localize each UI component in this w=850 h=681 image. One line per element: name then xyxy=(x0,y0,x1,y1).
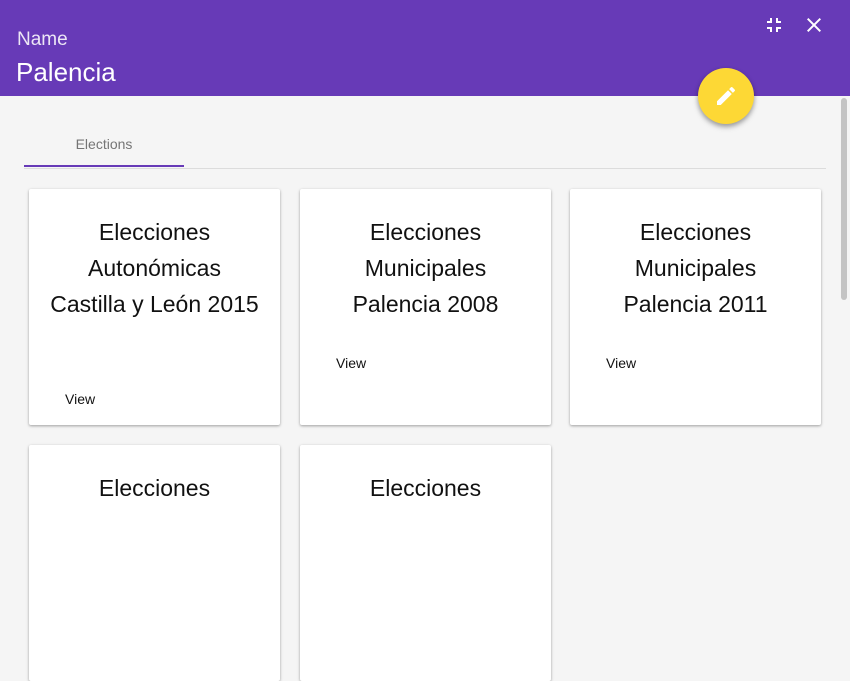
collapse-button[interactable] xyxy=(762,13,786,37)
card-title: Elecciones Municipales Palencia 2011 xyxy=(623,219,768,317)
name-label: Name xyxy=(17,29,68,50)
election-card: Elecciones Municipales Palencia 2011 Vie… xyxy=(570,189,821,425)
active-tab-indicator xyxy=(24,165,184,167)
tab-bar: Elections xyxy=(24,122,826,169)
card-title: Elecciones Autonómicas Castilla y León 2… xyxy=(50,219,259,317)
page-title: Palencia xyxy=(16,57,116,87)
tab-elections[interactable]: Elections xyxy=(24,122,184,166)
card-title: Elecciones Municipales Palencia 2008 xyxy=(352,219,499,317)
view-button[interactable]: View xyxy=(606,355,636,371)
close-icon xyxy=(807,18,821,32)
scrollbar-thumb[interactable] xyxy=(841,98,847,300)
election-card: Elecciones Autonómicas Castilla y León 2… xyxy=(29,189,280,425)
close-button[interactable] xyxy=(802,13,826,37)
election-card: Elecciones xyxy=(29,445,280,681)
card-title: Elecciones xyxy=(369,475,482,501)
pencil-icon xyxy=(717,86,736,105)
edit-button[interactable] xyxy=(698,68,754,124)
tab-label: Elections xyxy=(75,136,133,152)
fullscreen-exit-icon xyxy=(767,18,781,32)
view-button[interactable]: View xyxy=(65,391,95,407)
election-card: Elecciones Municipales Palencia 2008 Vie… xyxy=(300,189,551,425)
election-card: Elecciones xyxy=(300,445,551,681)
view-button[interactable]: View xyxy=(336,355,366,371)
card-title: Elecciones xyxy=(98,475,211,501)
